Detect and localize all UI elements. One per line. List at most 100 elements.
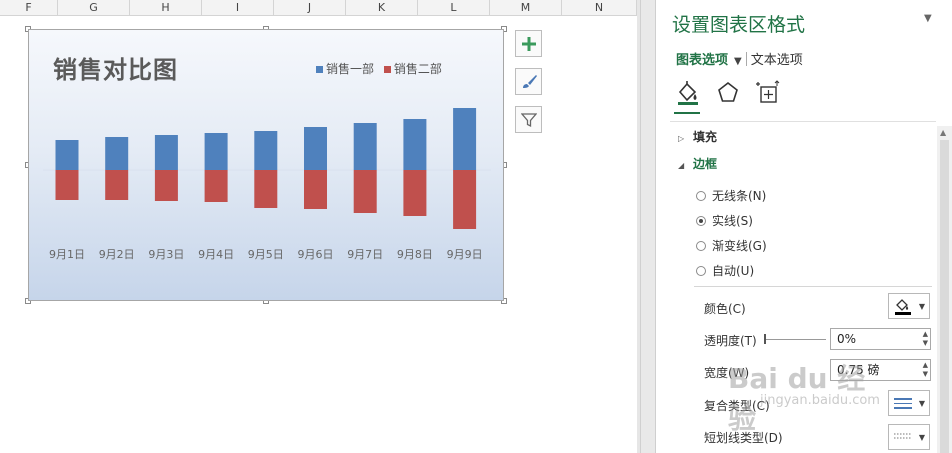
color-picker-button[interactable]: ▼ (888, 293, 930, 319)
width-label: 宽度(W) (704, 366, 750, 380)
x-axis-tick-label[interactable]: 9月1日 (49, 248, 85, 261)
x-axis-tick-label[interactable]: 9月7日 (347, 248, 383, 261)
legend-item-series-1[interactable]: 销售一部 (316, 60, 374, 77)
spinner-arrows-icon[interactable]: ▲ ▼ (923, 330, 928, 348)
chart-title[interactable]: 销售对比图 (53, 50, 178, 85)
radio-gradient-line-label: 渐变线(G) (712, 239, 767, 253)
bar-series-2-9[interactable] (453, 170, 477, 229)
bar-series-2-6[interactable] (304, 170, 327, 209)
bar-series-1-4[interactable] (204, 133, 228, 170)
x-axis-tick-label[interactable]: 9月4日 (198, 248, 234, 261)
transparency-label: 透明度(T) (704, 334, 757, 348)
chevron-down-icon: ▼ (918, 302, 925, 311)
bar-series-1-7[interactable] (353, 123, 377, 170)
pane-divider (670, 121, 936, 122)
column-header-row: F G H I J K L M N (0, 0, 640, 16)
radio-circle (696, 191, 706, 201)
column-header-h[interactable]: H (130, 0, 202, 15)
radio-circle-selected (696, 216, 706, 226)
legend-label-series-1: 销售一部 (326, 62, 375, 76)
radio-gradient-line[interactable]: 渐变线(G) (696, 237, 767, 254)
spinner-arrows-icon[interactable]: ▲ ▼ (923, 361, 928, 379)
size-properties-icon[interactable] (756, 80, 780, 106)
bar-series-1-3[interactable] (154, 135, 178, 170)
format-chart-area-pane: 设置图表区格式 ▼ 图表选项 ▼ 文本选项 ▲ ▷ 填充 ◢ 边框 无线条(N)… (655, 0, 952, 453)
bar-series-1-1[interactable] (55, 140, 79, 170)
x-axis-tick-label[interactable]: 9月9日 (447, 248, 483, 261)
column-header-f[interactable]: F (0, 0, 58, 15)
x-axis-tick-label[interactable]: 9月6日 (298, 248, 334, 261)
effects-icon[interactable] (716, 80, 740, 106)
collapse-arrow-icon: ◢ (678, 161, 685, 170)
active-tab-indicator (674, 112, 700, 114)
radio-no-line[interactable]: 无线条(N) (696, 187, 766, 204)
legend-swatch-blue (316, 66, 323, 73)
radio-solid-line-label: 实线(S) (712, 214, 753, 228)
bar-series-2-7[interactable] (353, 170, 377, 213)
scroll-up-arrow-icon[interactable]: ▲ (940, 128, 946, 137)
color-label: 颜色(C) (704, 302, 746, 316)
funnel-icon (520, 112, 537, 127)
pane-tabs: 图表选项 ▼ 文本选项 (676, 49, 803, 68)
column-header-i[interactable]: I (202, 0, 274, 15)
radio-solid-line[interactable]: 实线(S) (696, 212, 753, 229)
compound-type-dropdown[interactable]: ▼ (888, 390, 930, 416)
x-axis-tick-label[interactable]: 9月3日 (148, 248, 184, 261)
x-axis-tick-label[interactable]: 9月2日 (99, 248, 135, 261)
bar-series-1-9[interactable] (453, 108, 477, 170)
section-border-label: 边框 (693, 157, 718, 171)
bar-series-1-2[interactable] (105, 137, 129, 170)
column-header-m[interactable]: M (490, 0, 562, 15)
chart-legend[interactable]: 销售一部 销售二部 (316, 60, 448, 77)
pane-scrollbar[interactable]: ▲ (937, 126, 952, 453)
bar-series-2-1[interactable] (55, 170, 79, 200)
width-input[interactable]: 0.75 磅 ▲ ▼ (830, 359, 931, 381)
options-divider (694, 286, 932, 287)
pane-options-chevron-icon[interactable]: ▼ (924, 13, 932, 24)
fill-line-icon[interactable] (676, 80, 700, 106)
chart-elements-button[interactable] (515, 30, 542, 57)
spreadsheet-grid[interactable]: F G H I J K L M N 9月1日 9月2日 9月3日 9月4日 9月5日 9月… (0, 0, 640, 453)
tab-separator (745, 52, 747, 66)
expand-arrow-icon: ▷ (678, 134, 685, 143)
transparency-input[interactable]: 0% ▲ ▼ (830, 328, 931, 350)
column-header-k[interactable]: K (346, 0, 418, 15)
bar-series-1-5[interactable] (254, 131, 278, 170)
chevron-down-icon: ▼ (734, 56, 742, 67)
width-value: 0.75 磅 (837, 363, 880, 377)
bar-series-2-2[interactable] (105, 170, 129, 200)
bar-series-1-8[interactable] (403, 119, 427, 170)
bar-series-2-5[interactable] (254, 170, 278, 208)
dash-type-dropdown[interactable]: ▼ (888, 424, 930, 450)
tab-chart-options[interactable]: 图表选项 ▼ (676, 53, 742, 68)
bar-series-1-6[interactable] (304, 127, 327, 170)
section-border[interactable]: ◢ 边框 (678, 155, 717, 172)
column-header-g[interactable]: G (58, 0, 130, 15)
radio-automatic-label: 自动(U) (712, 264, 755, 278)
column-header-l[interactable]: L (418, 0, 490, 15)
bar-series-2-8[interactable] (403, 170, 427, 216)
compound-lines-icon (894, 398, 912, 409)
legend-label-series-2: 销售二部 (393, 62, 442, 76)
bar-series-2-4[interactable] (204, 170, 228, 202)
panel-splitter[interactable] (640, 0, 655, 453)
legend-item-series-2[interactable]: 销售二部 (383, 60, 442, 77)
column-header-n[interactable]: N (562, 0, 637, 15)
tab-text-options[interactable]: 文本选项 (751, 53, 803, 68)
chevron-down-icon: ▼ (918, 433, 925, 442)
column-header-j[interactable]: J (274, 0, 346, 15)
bar-series-2-3[interactable] (154, 170, 178, 201)
transparency-slider-track[interactable] (764, 339, 826, 340)
brush-icon (522, 74, 537, 88)
pane-title: 设置图表区格式 (672, 14, 806, 36)
transparency-slider-thumb[interactable] (764, 334, 766, 344)
chart-styles-button[interactable] (515, 68, 542, 95)
x-axis-tick-label[interactable]: 9月5日 (248, 248, 284, 261)
radio-circle (696, 266, 706, 276)
x-axis-tick-label[interactable]: 9月8日 (397, 248, 433, 261)
pane-scrollbar-thumb[interactable] (940, 140, 949, 453)
radio-automatic[interactable]: 自动(U) (696, 262, 754, 279)
chart-filters-button[interactable] (515, 106, 542, 133)
chart-area[interactable]: 9月1日 9月2日 9月3日 9月4日 9月5日 9月6日 9月7日 9月8日 9月9日 销售对… (28, 29, 504, 301)
section-fill[interactable]: ▷ 填充 (678, 128, 717, 145)
